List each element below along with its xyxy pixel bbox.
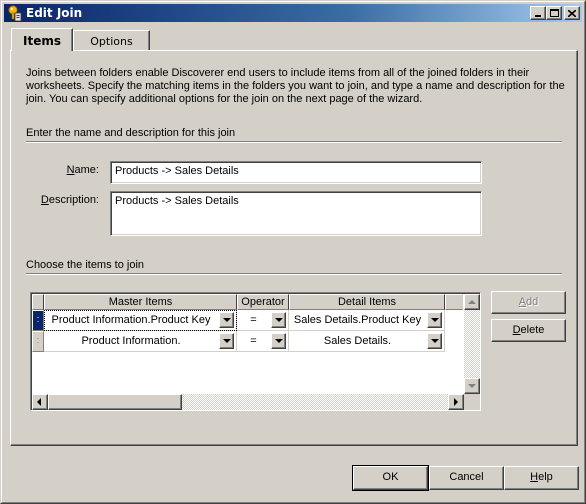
detail-item-value: Sales Details. [323,335,392,347]
horizontal-scroll-thumb[interactable] [48,394,182,410]
master-item-value: Product Information.Product Key [51,314,211,326]
master-item-cell[interactable]: Product Information. [44,331,237,352]
ok-button[interactable]: OK [352,465,429,491]
minimize-icon [535,15,541,17]
row-selector[interactable]: : [32,310,44,331]
master-item-value: Product Information. [81,335,181,347]
column-header-detail-items[interactable]: Detail Items [289,294,445,310]
minimize-button[interactable] [530,6,546,20]
cancel-button[interactable]: Cancel [429,466,504,490]
window-title: Edit Join [26,6,83,20]
description-label-mnemonic: D [40,194,49,206]
maximize-icon [549,9,559,17]
name-label: Name: [19,164,99,176]
scroll-up-arrow-icon[interactable] [464,294,480,310]
delete-button[interactable]: Delete [491,319,566,342]
delete-label: elete [520,324,545,336]
intro-text: Joins between folders enable Discoverer … [26,67,565,105]
dropdown-arrow-icon[interactable] [219,333,234,349]
name-label-mnemonic: N [66,164,75,176]
row-selector[interactable]: : [32,331,44,352]
description-input[interactable]: Products -> Sales Details [110,191,482,236]
dropdown-arrow-icon[interactable] [271,312,286,328]
column-header-filler [445,294,463,310]
operator-value: = [250,314,257,326]
scroll-left-arrow-icon[interactable] [32,394,48,410]
close-icon [568,9,576,17]
section-heading-name: Enter the name and description for this … [26,127,236,139]
horizontal-scrollbar[interactable] [32,394,464,410]
operator-cell[interactable]: = [237,331,289,352]
operator-value: = [250,335,257,347]
title-bar[interactable]: Edit Join [4,4,582,22]
edit-join-dialog: Edit Join Items Options Joins between fo… [0,0,586,504]
tab-options[interactable]: Options [73,30,150,50]
detail-item-value: Sales Details.Product Key [293,314,422,326]
description-label-text: escription: [48,194,99,206]
dropdown-arrow-icon[interactable] [219,312,234,328]
detail-item-cell[interactable]: Sales Details. [289,331,445,352]
vertical-scrollbar[interactable] [464,294,480,394]
close-button[interactable] [564,6,580,20]
scroll-right-arrow-icon[interactable] [448,394,464,410]
description-label: Description: [19,194,99,206]
scroll-down-arrow-icon[interactable] [464,378,480,394]
operator-cell[interactable]: = [237,310,289,331]
name-input[interactable]: Products -> Sales Details [110,161,482,184]
delete-mnemonic: D [512,324,521,336]
add-button[interactable]: Add [491,291,566,314]
help-mnemonic: H [530,471,539,483]
keys-icon [7,5,23,22]
name-label-text: ame: [74,164,99,176]
maximize-button[interactable] [546,6,562,20]
column-header-master-items[interactable]: Master Items [44,294,237,310]
dropdown-arrow-icon[interactable] [427,333,442,349]
help-button[interactable]: Help [504,466,579,490]
separator [26,273,562,275]
scrollbar-corner [464,394,480,410]
dropdown-arrow-icon[interactable] [271,333,286,349]
detail-item-cell[interactable]: Sales Details.Product Key [289,310,445,331]
help-label: elp [538,471,553,483]
master-item-cell[interactable]: Product Information.Product Key [44,310,237,331]
join-items-grid[interactable]: Master Items Operator Detail Items : Pro… [30,292,481,411]
section-heading-items: Choose the items to join [26,259,145,271]
column-header-operator[interactable]: Operator [237,294,289,310]
grid-corner-header [32,294,44,310]
add-label: dd [526,296,539,308]
dropdown-arrow-icon[interactable] [427,312,442,328]
separator [26,141,562,143]
tab-items[interactable]: Items [11,28,73,51]
add-mnemonic: A [518,296,527,308]
